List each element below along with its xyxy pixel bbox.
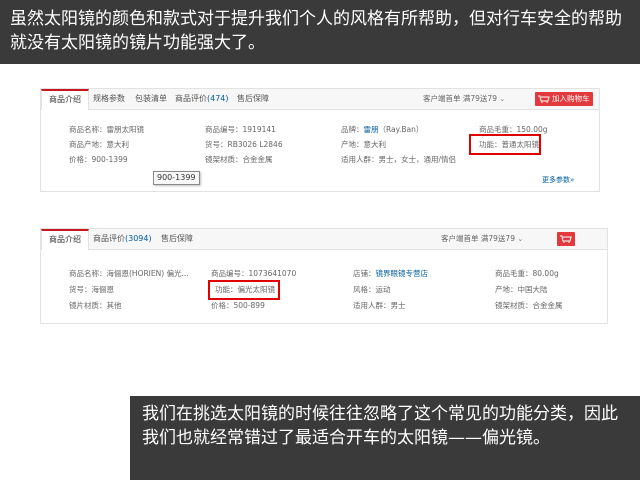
shop-link[interactable]: 镜界眼镜专营店 <box>376 269 429 278</box>
cart-icon <box>538 95 550 103</box>
promo-link[interactable]: 客户端首单 满79送79 ⌄ <box>423 89 505 109</box>
tab-reviews-label: 商品评价 <box>93 234 125 243</box>
spec-weight: 商品毛重：80.00g <box>495 269 559 278</box>
spec-name: 商品名称：雷朋太阳镜 <box>69 125 144 134</box>
chevron-down-icon: ⌄ <box>517 235 524 243</box>
spec-frame-material: 镜架材质：合金金属 <box>205 155 273 164</box>
add-to-cart-button[interactable] <box>557 232 575 246</box>
spec-model: 货号：RB3026 L2846 <box>205 140 283 149</box>
tab-reviews-label: 商品评价 <box>175 94 207 103</box>
spec-sku: 商品编号：1073641070 <box>211 269 297 278</box>
tab-reviews[interactable]: 商品评价(3094) <box>93 229 152 249</box>
tab-product-intro[interactable]: 商品介绍 <box>41 229 89 250</box>
spec-style: 风格：运动 <box>353 285 391 294</box>
promo-text: 客户端首单 满79送79 <box>441 234 515 243</box>
tab-reviews[interactable]: 商品评价(474) <box>175 89 229 109</box>
spec-price: 价格：900-1399 <box>69 155 128 164</box>
tab-bar: 商品介绍 规格参数 包装清单 商品评价(474) 售后保障 客户端首单 满79送… <box>41 89 599 110</box>
spec-brand: 品牌：雷朋（Ray.Ban） <box>341 125 423 135</box>
spec-origin: 商品产地：意大利 <box>69 140 129 149</box>
brand-suffix: （Ray.Ban） <box>378 125 424 134</box>
spec-lens-material: 镜片材质：其他 <box>69 301 122 310</box>
top-caption: 虽然太阳镜的颜色和款式对于提升我们个人的风格有所帮助，但对行车安全的帮助就没有太… <box>0 0 640 64</box>
spec-frame-material: 镜架材质：合金金属 <box>495 301 563 310</box>
review-count: (474) <box>207 94 229 103</box>
brand-label: 品牌： <box>341 125 364 134</box>
tab-after-sales[interactable]: 售后保障 <box>161 229 193 249</box>
more-params-link[interactable]: 更多参数» <box>542 175 574 185</box>
bottom-caption: 我们在挑选太阳镜的时候往往忽略了这个常见的功能分类，因此我们也就经常错过了最适合… <box>130 396 640 480</box>
chevron-down-icon: ⌄ <box>499 95 506 103</box>
spec-name: 商品名称：海俪恩(HORIEN) 偏光... <box>69 269 189 278</box>
tab-package-list[interactable]: 包装清单 <box>135 89 167 109</box>
function-highlight-box <box>469 134 541 155</box>
add-to-cart-button[interactable]: 加入购物车 <box>535 92 593 106</box>
promo-text: 客户端首单 满79送79 <box>423 94 497 103</box>
brand-link[interactable]: 雷朋 <box>364 125 379 134</box>
spec-model: 货号：海俪恩 <box>69 285 114 294</box>
promo-link[interactable]: 客户端首单 满79送79 ⌄ <box>441 229 523 249</box>
tab-product-intro[interactable]: 商品介绍 <box>41 89 89 110</box>
spec-place: 产地：意大利 <box>341 140 386 149</box>
tab-bar: 商品介绍 商品评价(3094) 售后保障 客户端首单 满79送79 ⌄ <box>41 229 607 250</box>
shop-label: 店铺： <box>353 269 376 278</box>
spec-shop: 店铺：镜界眼镜专营店 <box>353 269 428 279</box>
spec-place: 产地：中国大陆 <box>495 285 548 294</box>
spec-price: 价格：500-899 <box>211 301 265 310</box>
spec-audience: 适用人群：男士，女士，通用/情侣 <box>341 155 457 164</box>
cart-icon <box>560 235 572 243</box>
price-tooltip: 900-1399 <box>153 171 200 185</box>
spec-audience: 适用人群：男士 <box>353 301 406 310</box>
function-highlight-box <box>208 280 280 300</box>
product-spec-panel-2: 商品介绍 商品评价(3094) 售后保障 客户端首单 满79送79 ⌄ 商品名称… <box>40 228 608 324</box>
product-spec-panel-1: 商品介绍 规格参数 包装清单 商品评价(474) 售后保障 客户端首单 满79送… <box>40 88 600 192</box>
review-count: (3094) <box>125 234 152 243</box>
tab-specs[interactable]: 规格参数 <box>93 89 125 109</box>
spec-sku: 商品编号：1919141 <box>205 125 276 134</box>
add-to-cart-label: 加入购物车 <box>552 94 590 103</box>
tab-after-sales[interactable]: 售后保障 <box>237 89 269 109</box>
